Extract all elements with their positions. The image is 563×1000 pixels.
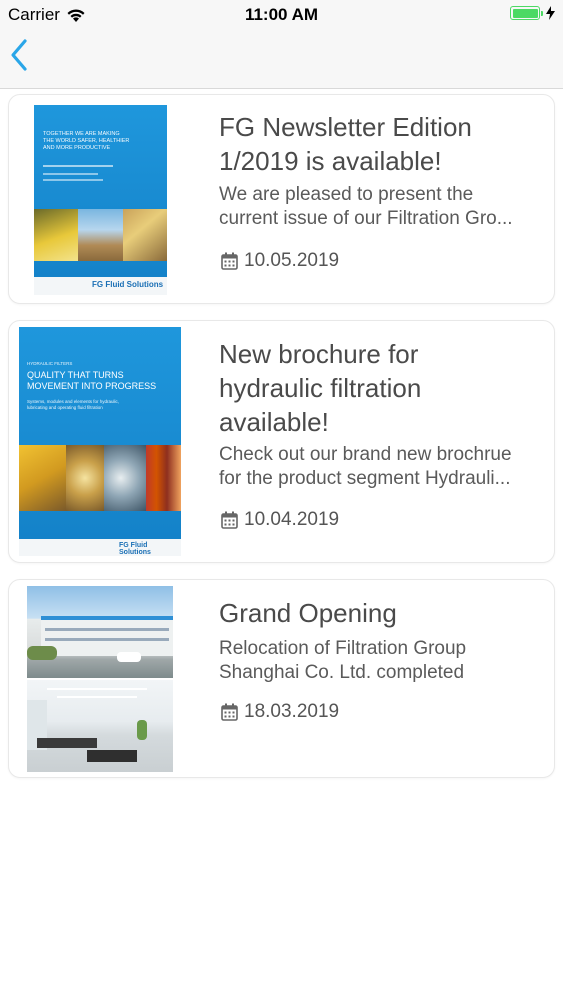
battery-indicator [510,6,555,20]
calendar-icon [221,511,238,529]
news-date-text: 10.05.2019 [244,250,340,271]
news-title: FG Newsletter Edition 1/2019 is availabl… [219,112,472,176]
news-title: New brochure for hydraulic filtration av… [219,339,422,437]
clock: 11:00 AM [244,5,319,24]
navigation-bar [0,30,563,89]
news-card-newsletter[interactable]: TOGETHER WE ARE MAKING THE WORLD SAFER, … [8,94,555,304]
battery-icon [510,6,540,20]
grand-opening-photo [27,586,173,772]
chevron-left-icon [11,39,27,71]
news-date: 10.04.2019 [221,509,339,531]
calendar-icon [221,252,238,270]
news-card-hydraulic-brochure[interactable]: HYDRAULIC FILTERS QUALITY THAT TURNS MOV… [8,320,555,563]
back-button[interactable] [8,38,38,78]
hydraulic-brochure-cover-image: HYDRAULIC FILTERS QUALITY THAT TURNS MOV… [19,327,181,556]
news-date: 18.03.2019 [221,701,339,723]
fg-brand-mark: FG Fluid Solutions [92,280,164,289]
building-exterior-photo [27,586,173,678]
news-date-text: 18.03.2019 [244,701,340,722]
news-description: We are pleased to present the current is… [219,184,513,229]
status-bar: Carrier 11:00 AM [0,0,563,30]
news-description: Check out our brand new brochrue for the… [219,444,512,489]
news-description: Relocation of Filtration Group Shanghai … [219,638,467,683]
news-date: 10.05.2019 [221,250,339,272]
fg-brand-mark: FG Fluid Solutions [119,542,151,556]
newsletter-cover-image: TOGETHER WE ARE MAKING THE WORLD SAFER, … [34,105,167,295]
calendar-icon [221,703,238,721]
news-card-grand-opening[interactable]: Grand Opening Relocation of Filtration G… [8,579,555,778]
news-title: Grand Opening [219,598,397,628]
news-date-text: 10.04.2019 [244,509,340,530]
office-interior-photo [27,680,173,772]
charging-bolt-icon [546,6,555,20]
